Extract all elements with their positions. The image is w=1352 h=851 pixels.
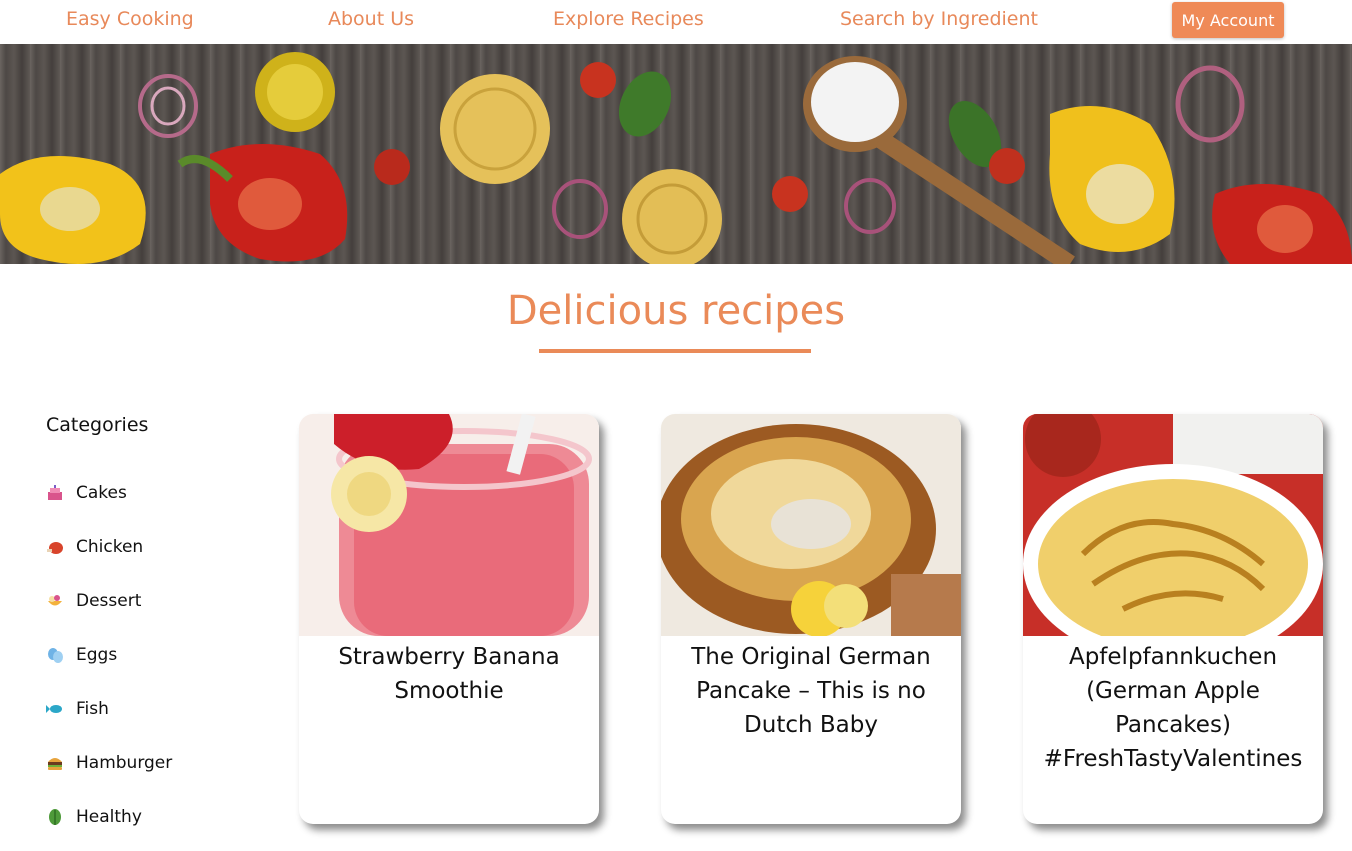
eggs-icon xyxy=(48,648,63,663)
fish-icon xyxy=(46,705,62,713)
nav-about-link[interactable]: About Us xyxy=(328,8,414,30)
category-label: Hamburger xyxy=(76,753,173,773)
dessert-icon xyxy=(48,595,62,606)
nav-explore-link[interactable]: Explore Recipes xyxy=(553,8,704,30)
category-label: Fish xyxy=(76,699,109,719)
nav-brand-link[interactable]: Easy Cooking xyxy=(66,8,194,30)
chicken-icon xyxy=(47,542,63,554)
recipe-title: Apfelpfannkuchen (German Apple Pancakes)… xyxy=(1043,644,1303,772)
apple-pancake-photo xyxy=(1023,414,1323,636)
category-fish[interactable]: Fish xyxy=(46,697,109,721)
category-label: Cakes xyxy=(76,483,127,503)
category-chicken[interactable]: Chicken xyxy=(46,535,143,559)
category-cakes[interactable]: Cakes xyxy=(46,481,127,505)
sidebar-title: Categories xyxy=(46,414,149,436)
categories-sidebar: Categories Cakes Chicken Dessert Eggs Fi… xyxy=(46,414,266,827)
smoothie-photo xyxy=(299,414,599,636)
recipe-card[interactable]: The Original German Pancake – This is no… xyxy=(661,414,961,824)
category-label: Healthy xyxy=(76,807,142,827)
category-dessert[interactable]: Dessert xyxy=(46,589,141,613)
category-eggs[interactable]: Eggs xyxy=(46,643,117,667)
healthy-icon xyxy=(49,809,61,825)
top-nav: Easy Cooking About Us Explore Recipes Se… xyxy=(0,0,1352,44)
recipe-card[interactable]: Apfelpfannkuchen (German Apple Pancakes)… xyxy=(1023,414,1323,824)
nav-search-link[interactable]: Search by Ingredient xyxy=(840,8,1038,30)
recipe-title: Strawberry Banana Smoothie xyxy=(338,644,560,704)
hamburger-icon xyxy=(48,758,62,770)
category-healthy[interactable]: Healthy xyxy=(46,805,142,829)
recipe-title: The Original German Pancake – This is no… xyxy=(691,644,931,738)
category-label: Eggs xyxy=(76,645,118,665)
recipe-card[interactable]: Strawberry Banana Smoothie xyxy=(299,414,599,824)
page-title: Delicious recipes xyxy=(506,288,846,334)
category-hamburger[interactable]: Hamburger xyxy=(46,751,172,775)
german-pancake-photo xyxy=(661,414,961,636)
category-label: Dessert xyxy=(76,591,142,611)
hero-banner xyxy=(0,44,1352,264)
hero-food-illustration xyxy=(0,52,1352,264)
category-label: Chicken xyxy=(76,537,144,557)
cake-icon xyxy=(48,485,62,500)
my-account-button[interactable]: My Account xyxy=(1172,2,1284,38)
title-underline xyxy=(539,349,811,353)
